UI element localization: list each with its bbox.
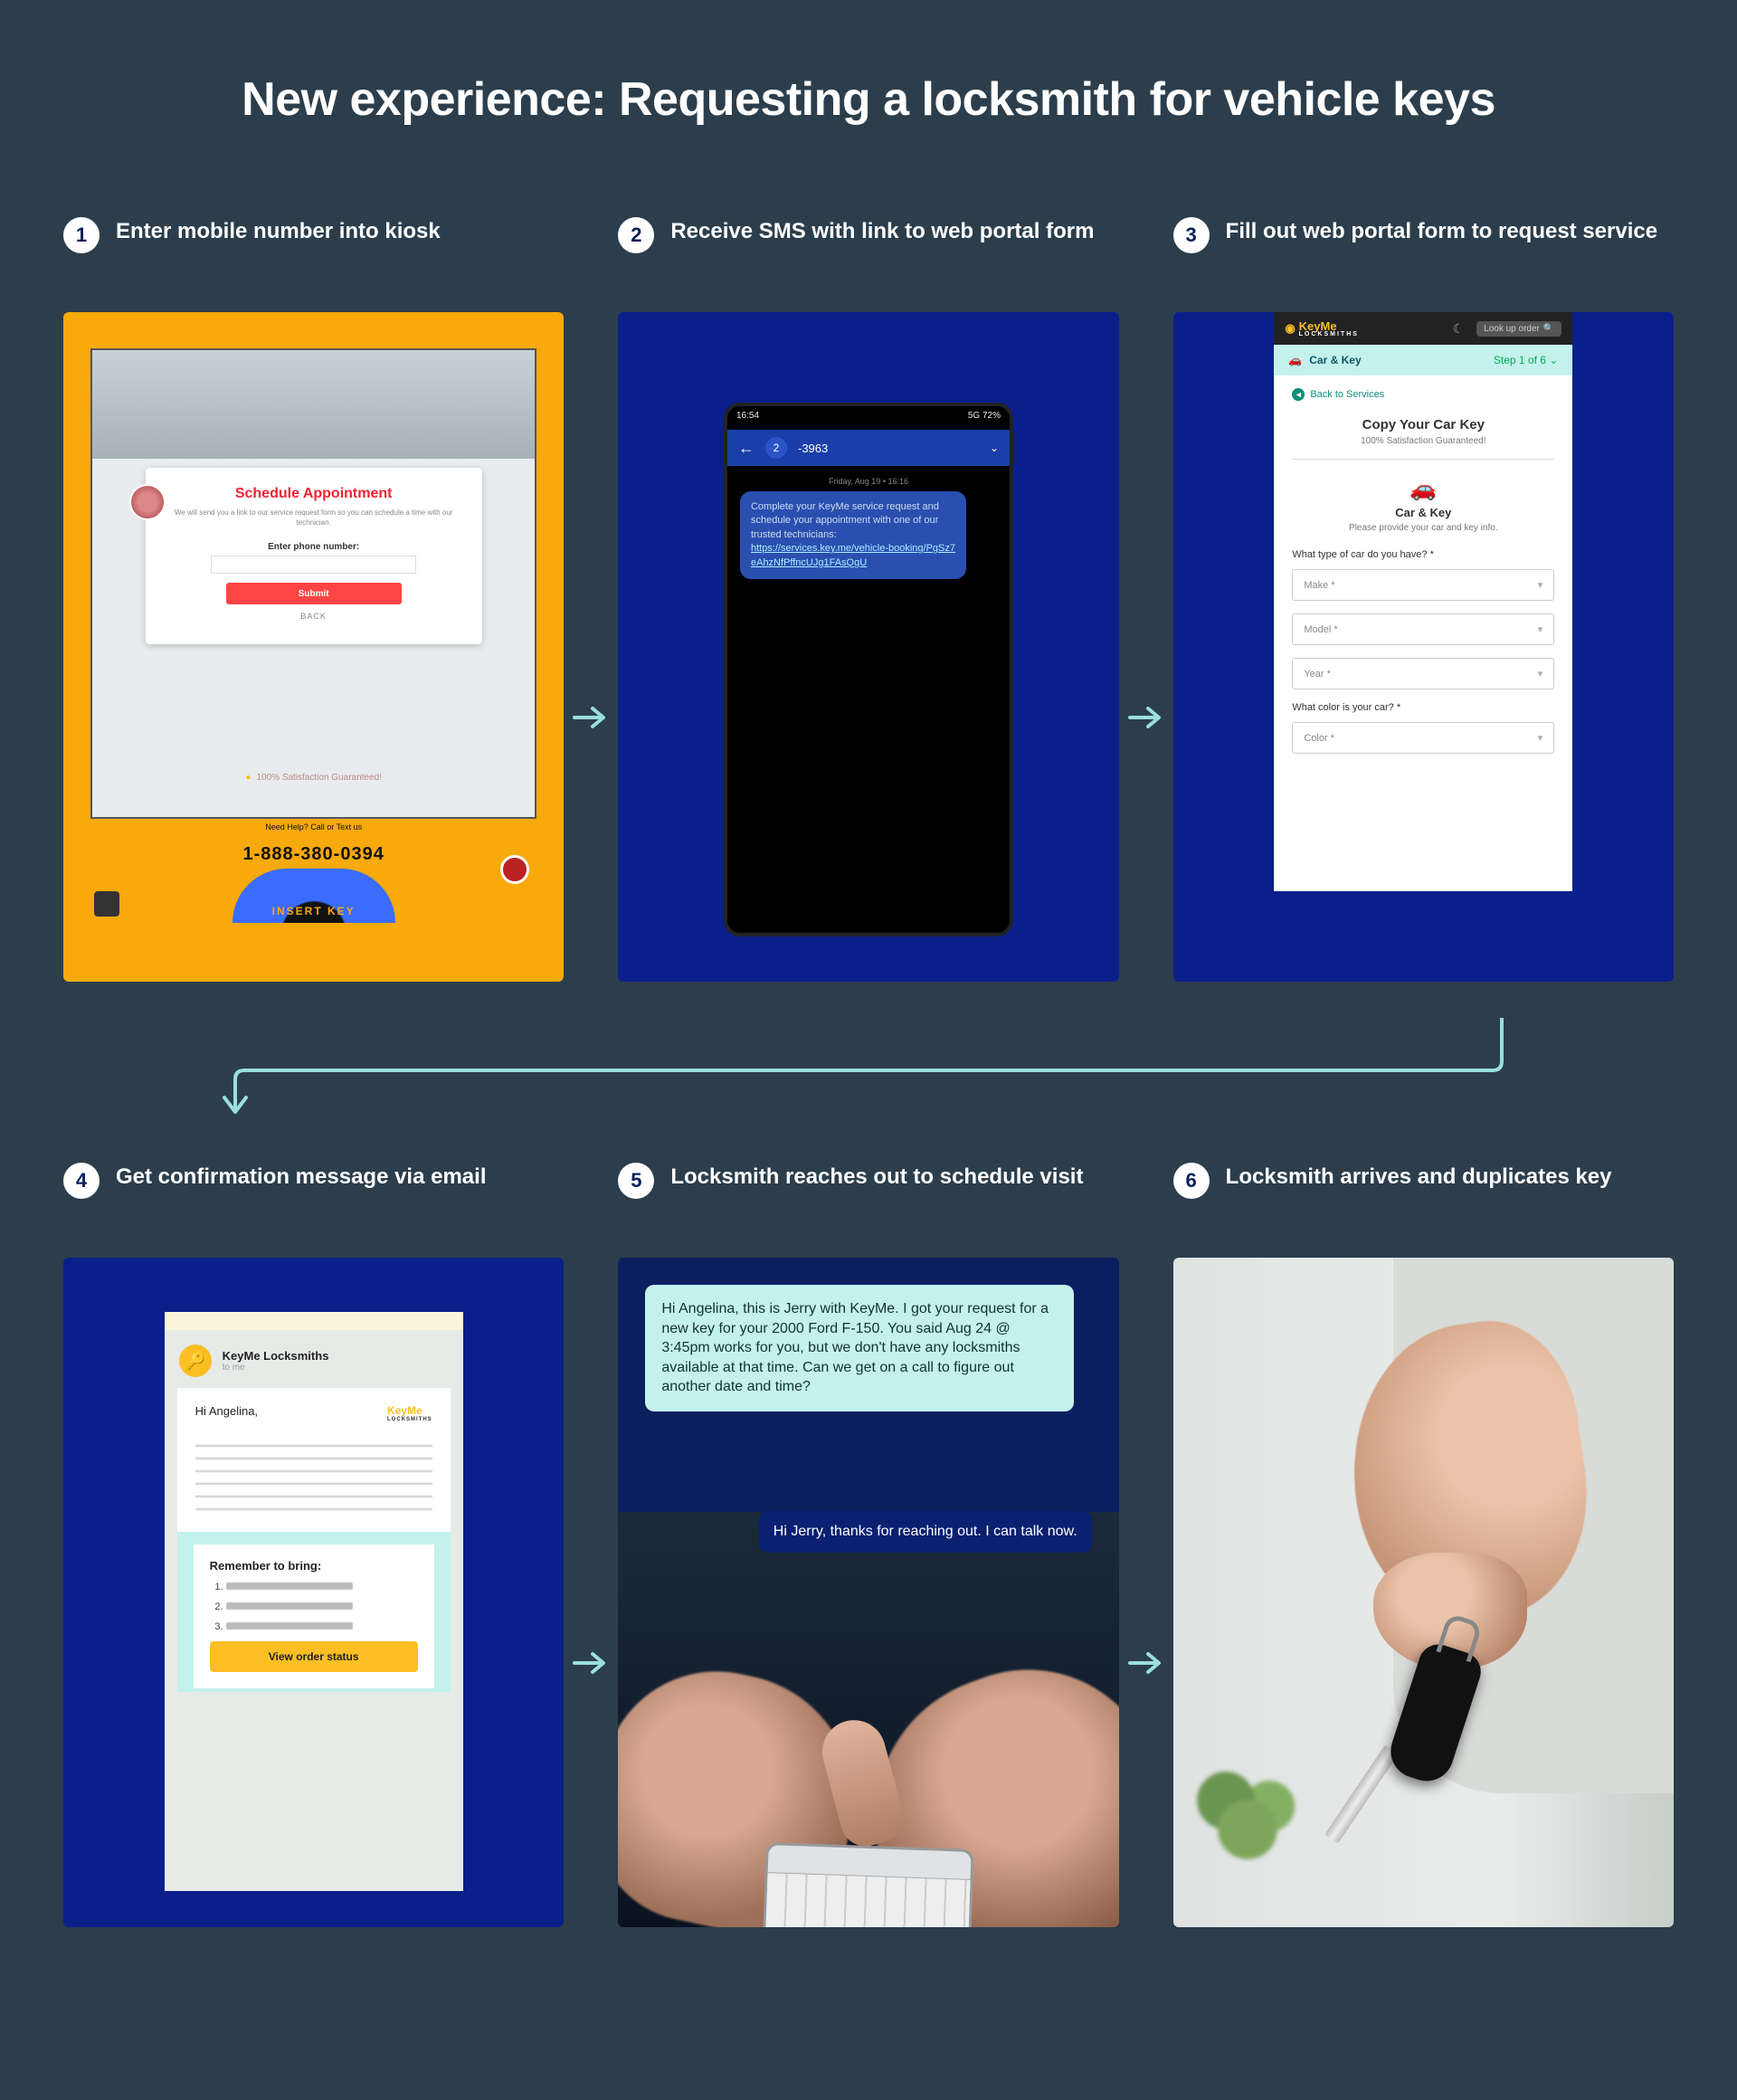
screenshot-kiosk: Schedule Appointment We will send you a … [63,312,564,982]
step-grid: 1 Enter mobile number into kiosk Schedul… [63,217,1674,1927]
step-1: 1 Enter mobile number into kiosk Schedul… [63,217,564,982]
remember-title: Remember to bring: [210,1559,418,1573]
step-number: 2 [618,217,654,253]
sender-avatar-icon: 🔑 [179,1345,212,1377]
step-number: 3 [1173,217,1210,253]
sms-date: Friday, Aug 19 • 16:16 [727,466,1010,491]
avatar-icon [129,484,166,520]
phone-keyboard [763,1842,973,1927]
screenshot-webform: ◉ KeyMeLOCKSMITHS ☾ Look up order 🔍 🚗 Car… [1173,312,1674,982]
insert-key-wheel[interactable]: INSERT KEY [233,869,395,923]
search-icon: 🔍 [1543,324,1554,334]
message-outgoing: Hi Jerry, thanks for reaching out. I can… [759,1511,1092,1553]
brand-logo: ◉ KeyMeLOCKSMITHS [1285,319,1359,337]
model-select[interactable]: Model * [1292,613,1554,645]
arrow-right-icon [573,704,609,731]
arrow-right-icon [1128,704,1164,731]
step-label: Fill out web portal form to request serv… [1226,217,1657,245]
email-body-placeholder [195,1434,432,1510]
page-title: New experience: Requesting a locksmith f… [63,72,1674,127]
search-input[interactable]: Look up order 🔍 [1476,321,1561,337]
arrow-4-5 [564,1163,618,1927]
arrow-right-icon [573,1649,609,1677]
nfc-icon [94,891,119,917]
flow-connector [63,1018,1674,1126]
connector-line-icon [63,1018,1674,1126]
step-label: Get confirmation message via email [116,1163,487,1191]
screenshot-handoff [1173,1258,1674,1927]
car-icon: 🚗 [1274,476,1572,502]
chevron-down-icon[interactable]: ⌄ [990,442,999,454]
step-number: 4 [63,1163,100,1199]
step-number: 5 [618,1163,654,1199]
support-phone: 1-888-380-0394 [242,844,384,865]
help-label: Need Help? Call or Text us [265,822,362,831]
step-2: 2 Receive SMS with link to web portal fo… [618,217,1118,982]
step-label: Locksmith arrives and duplicates key [1226,1163,1612,1191]
email-recipient: to me [223,1363,329,1373]
key-blade-icon [1324,1744,1399,1844]
status-battery: 5G 72% [968,411,1001,425]
step-label: Enter mobile number into kiosk [116,217,441,245]
back-icon[interactable]: ← [738,439,755,458]
step-label: Receive SMS with link to web portal form [670,217,1094,245]
key-icon: ◉ [1285,321,1295,336]
kiosk-card-subtitle: We will send you a link to our service r… [167,508,460,537]
color-select[interactable]: Color * [1292,722,1554,754]
arrow-5-6 [1119,1163,1173,1927]
section-title: Car & Key [1274,506,1572,519]
question-car-color: What color is your car? * [1292,702,1554,713]
kiosk-field-label: Enter phone number: [167,542,460,552]
form-subheading: 100% Satisfaction Guaranteed! [1274,436,1572,446]
sms-message: Complete your KeyMe service request and … [740,491,966,579]
hands-photo [618,1601,1118,1927]
back-to-services-link[interactable]: Back to Services [1274,375,1572,413]
step-4: 4 Get confirmation message via email 🔑 K… [63,1163,564,1927]
sms-link[interactable]: https://services.key.me/vehicle-booking/… [751,543,955,567]
step-label: Locksmith reaches out to schedule visit [670,1163,1083,1191]
email-sender: KeyMe Locksmiths [223,1349,329,1363]
status-time: 16:54 [736,411,759,425]
phone-input[interactable] [211,556,416,574]
remember-list [210,1582,418,1632]
screenshot-sms: 16:54 5G 72% ← 2 -3963 ⌄ Friday, Aug 19 … [618,312,1118,982]
step-5: 5 Locksmith reaches out to schedule visi… [618,1163,1118,1927]
guarantee-text: 100% Satisfaction Guaranteed! [245,773,381,783]
email-brand-logo: KeyMeLOCKSMITHS [387,1404,432,1422]
arrow-right-icon [1128,1649,1164,1677]
screenshot-conversation: Hi Angelina, this is Jerry with KeyMe. I… [618,1258,1118,1927]
arrow-2-3 [1119,217,1173,982]
step-counter: Step 1 of 6 ⌄ [1494,354,1558,366]
step-6: 6 Locksmith arrives and duplicates key [1173,1163,1674,1927]
back-link[interactable]: BACK [167,612,460,621]
step-3: 3 Fill out web portal form to request se… [1173,217,1674,982]
make-select[interactable]: Make * [1292,569,1554,601]
arrow-1-2 [564,217,618,982]
thread-badge: 2 [765,437,787,459]
view-order-status-button[interactable]: View order status [210,1641,418,1672]
seal-icon [500,855,529,884]
question-car-type: What type of car do you have? * [1292,549,1554,560]
step-number: 1 [63,217,100,253]
screenshot-email: 🔑 KeyMe Locksmiths to me KeyMeLOCKSMITHS… [63,1258,564,1927]
step-number: 6 [1173,1163,1210,1199]
thread-number: -3963 [798,442,979,455]
year-select[interactable]: Year * [1292,658,1554,689]
step-title: Car & Key [1309,354,1361,366]
submit-button[interactable]: Submit [226,583,402,604]
message-incoming: Hi Angelina, this is Jerry with KeyMe. I… [645,1285,1073,1411]
form-heading: Copy Your Car Key [1274,417,1572,432]
kiosk-card-title: Schedule Appointment [167,486,460,502]
car-icon: 🚗 [1288,354,1302,366]
section-subtitle: Please provide your car and key info. [1274,523,1572,533]
dark-mode-icon[interactable]: ☾ [1453,321,1465,337]
